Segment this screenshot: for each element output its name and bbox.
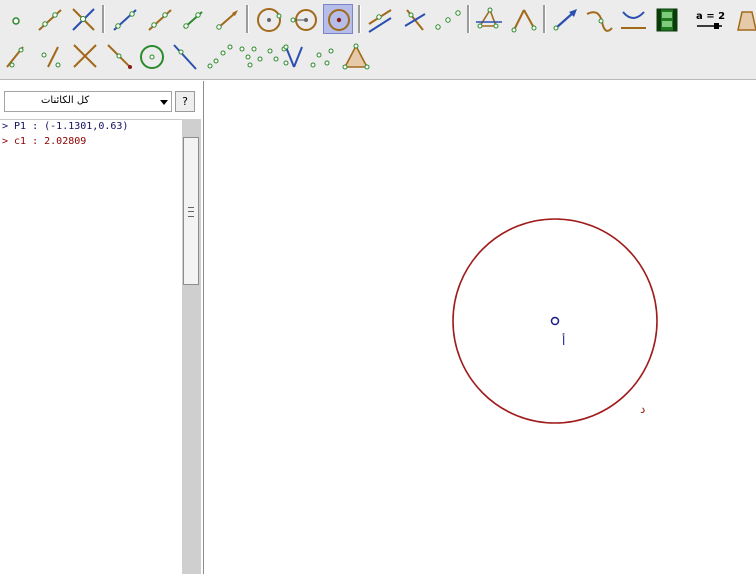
toolbar-separator: [467, 5, 470, 33]
relation-tool-button[interactable]: [36, 41, 66, 71]
ray-tool-button[interactable]: [145, 4, 175, 34]
object-filter-value: كل الكائنات: [41, 95, 90, 106]
dilate-tool-button[interactable]: [137, 41, 167, 71]
angle-tool-button[interactable]: [474, 4, 504, 34]
slider-tool-label: a = 2: [696, 11, 725, 22]
vector-tool-button[interactable]: [178, 4, 208, 34]
circle-center-point-tool-button[interactable]: [254, 4, 284, 34]
toolbar-separator: [102, 5, 105, 33]
help-button[interactable]: ?: [175, 91, 195, 112]
toolbar-separator: [246, 5, 249, 33]
animation-tool-button[interactable]: [652, 4, 682, 34]
vector-from-point-tool-button[interactable]: [550, 4, 580, 34]
slope-tool-button[interactable]: [1, 41, 31, 71]
toolbar-separator: [358, 5, 361, 33]
semicircle-tool-button[interactable]: [618, 4, 648, 34]
slider-tool-button[interactable]: a = 2: [694, 4, 726, 34]
scrollbar-thumb[interactable]: [183, 137, 199, 285]
locus-points-tool-button[interactable]: [204, 41, 234, 71]
circle-label: د: [640, 402, 645, 416]
object-filter-dropdown[interactable]: كل الكائنات: [4, 91, 172, 112]
point-p1[interactable]: [550, 316, 560, 326]
point-label: أ: [562, 333, 565, 348]
sequence-tool-button[interactable]: [307, 41, 337, 71]
object-row-p1[interactable]: > P1 : (-1.1301,0.63): [2, 121, 128, 132]
segment-tool-button[interactable]: [110, 4, 140, 34]
polygon-tool-button[interactable]: [212, 4, 242, 34]
algebra-view-panel: كل الكائنات ? > P1 : (-1.1301,0.63) > c1…: [0, 81, 204, 574]
line-through-points-tool-button[interactable]: [35, 4, 65, 34]
reflect-point-tool-button[interactable]: [104, 41, 134, 71]
angle-size-tool-button[interactable]: [508, 4, 538, 34]
grip-icon: [188, 207, 194, 217]
intersect-tool-button[interactable]: [68, 4, 98, 34]
compass-tool-button[interactable]: [323, 4, 353, 34]
reflect-line-tool-button[interactable]: [70, 41, 100, 71]
toolbar: a = 2: [0, 0, 756, 80]
circle-three-points-tool-button[interactable]: [289, 4, 319, 34]
point-tool-button[interactable]: [1, 4, 31, 34]
graphics-canvas[interactable]: أ د: [205, 81, 756, 574]
perpendicular-tool-button[interactable]: [399, 4, 429, 34]
toolbar-separator: [543, 5, 546, 33]
midpoint-tool-button[interactable]: [432, 4, 462, 34]
locus-tool-button[interactable]: [584, 4, 614, 34]
tangent-tool-button[interactable]: [170, 41, 200, 71]
chevron-down-icon[interactable]: [160, 100, 168, 105]
object-row-c1[interactable]: > c1 : 2.02809: [2, 136, 86, 147]
triangle-center-tool-button[interactable]: [341, 41, 371, 71]
object-list-scrollbar[interactable]: [182, 119, 201, 574]
polygon-shape-tool-button[interactable]: [732, 4, 756, 34]
object-list: > P1 : (-1.1301,0.63) > c1 : 2.02809: [0, 119, 182, 575]
parallel-line-tool-button[interactable]: [365, 4, 395, 34]
